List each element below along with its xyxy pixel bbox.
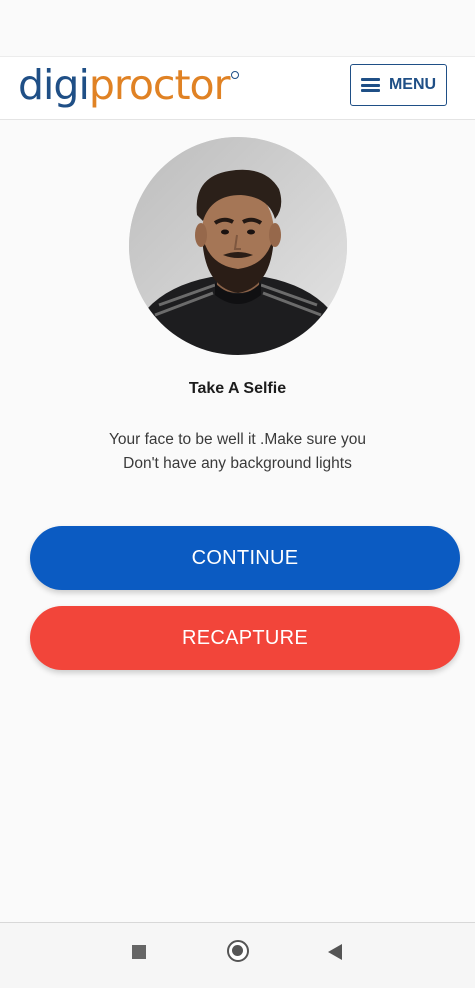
menu-label: MENU xyxy=(388,76,437,93)
hamburger-menu-icon xyxy=(360,78,380,92)
continue-button[interactable]: CONTINUE xyxy=(30,526,460,590)
logo-text-proctor: proctor xyxy=(88,61,231,109)
digiproctor-logo[interactable]: digiproctor xyxy=(18,59,240,111)
registered-mark-icon xyxy=(231,71,240,79)
instruction-line-1: Your face to be well it .Make sure you xyxy=(108,431,367,448)
app-header: digiproctor MENU xyxy=(0,56,475,120)
system-navigation-bar xyxy=(0,922,475,988)
selfie-instructions: Your face to be well it .Make sure you D… xyxy=(60,428,415,476)
selfie-title: Take A Selfie xyxy=(188,380,287,397)
logo-text-digi: digi xyxy=(18,61,90,109)
recapture-button-label: RECAPTURE xyxy=(181,626,309,649)
menu-button[interactable]: MENU xyxy=(350,64,447,106)
circle-home-icon[interactable] xyxy=(227,940,249,962)
selfie-photo xyxy=(129,137,347,355)
square-recents-icon[interactable] xyxy=(132,945,146,959)
triangle-back-icon[interactable] xyxy=(328,944,342,960)
status-bar xyxy=(0,0,475,56)
recapture-button[interactable]: RECAPTURE xyxy=(30,606,460,670)
instruction-line-2: Don't have any background lights xyxy=(123,455,352,472)
continue-button-label: CONTINUE xyxy=(191,546,299,569)
selfie-portrait-image xyxy=(129,137,347,355)
